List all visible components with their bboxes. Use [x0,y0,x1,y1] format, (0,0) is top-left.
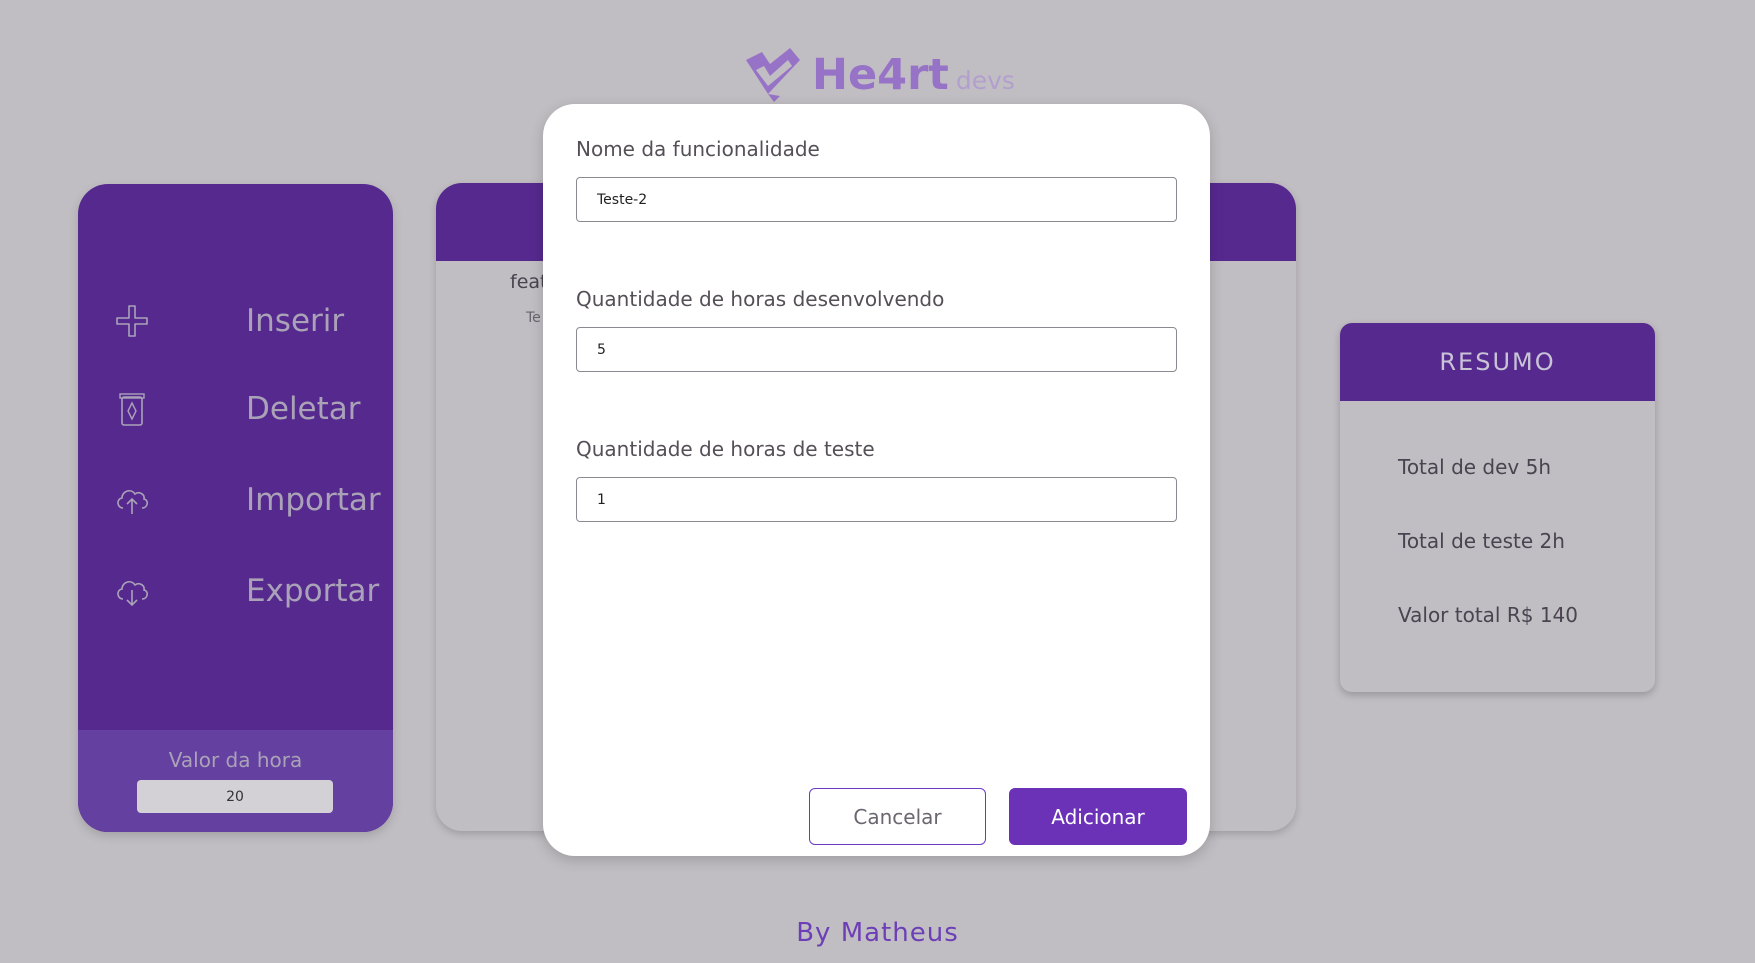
sidebar-item-importar[interactable]: Importar [114,477,381,523]
dev-hours-label: Quantidade de horas desenvolvendo [576,287,945,311]
sidebar-item-deletar[interactable]: Deletar [114,386,361,432]
hour-rate-input[interactable] [137,780,333,813]
footer-credit: By Matheus [796,918,959,948]
hour-rate-label: Valor da hora [168,748,303,772]
brand-logo: He4rt devs [740,44,1015,104]
test-hours-label: Quantidade de horas de teste [576,437,875,461]
brand-suffix: devs [955,66,1015,95]
add-button[interactable]: Adicionar [1009,788,1187,845]
feature-name-input[interactable] [576,177,1177,222]
add-feature-modal: Nome da funcionalidade Quantidade de hor… [543,104,1210,856]
summary-card: RESUMO Total de dev 5h Total de teste 2h… [1340,323,1655,692]
sidebar-item-label: Importar [246,482,381,518]
summary-total-dev: Total de dev 5h [1398,455,1552,479]
plus-icon [114,303,150,339]
sidebar-item-label: Exportar [246,573,380,609]
cancel-button[interactable]: Cancelar [809,788,986,845]
summary-total-value: Valor total R$ 140 [1398,603,1578,627]
sidebar-item-label: Inserir [246,303,345,339]
cloud-upload-icon [114,482,150,518]
summary-header: RESUMO [1340,323,1655,401]
summary-total-test: Total de teste 2h [1398,529,1565,553]
sidebar: Inserir Deletar Importar Exportar Valor … [78,184,393,832]
feature-cell: Te [526,310,541,326]
brand-name: He4rt [812,50,949,100]
sidebar-item-label: Deletar [246,391,361,427]
trash-icon [114,391,150,427]
cloud-download-icon [114,573,150,609]
heart-check-logo-icon [746,48,800,102]
feature-name-label: Nome da funcionalidade [576,137,820,161]
summary-title: RESUMO [1439,348,1556,376]
test-hours-input[interactable] [576,477,1177,522]
feature-column-header: feat [510,271,548,293]
dev-hours-input[interactable] [576,327,1177,372]
sidebar-item-exportar[interactable]: Exportar [114,568,379,614]
hour-rate-panel: Valor da hora [78,730,393,832]
sidebar-item-inserir[interactable]: Inserir [114,298,344,344]
